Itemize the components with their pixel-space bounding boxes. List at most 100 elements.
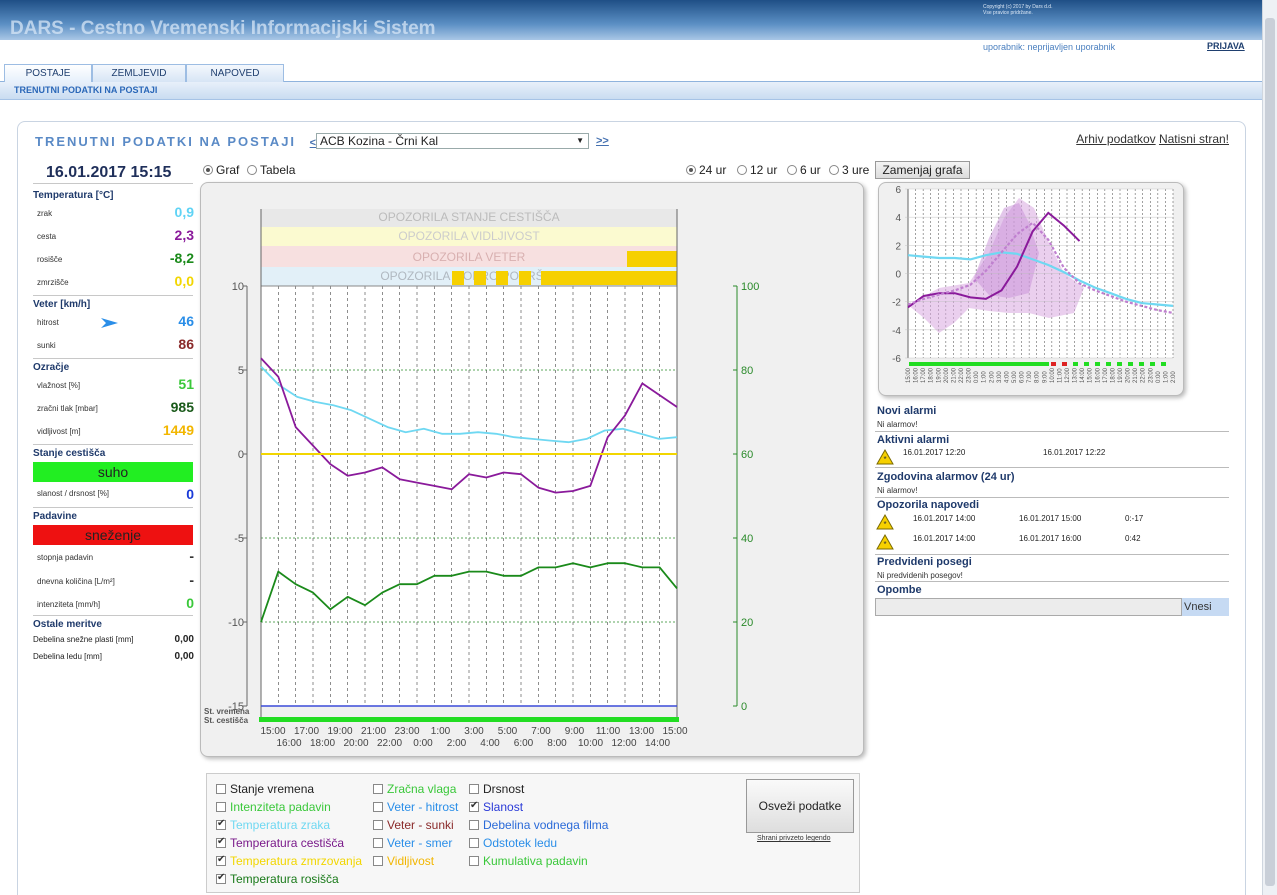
- checkbox-icon[interactable]: [469, 820, 479, 830]
- checkbox-icon[interactable]: [216, 872, 226, 884]
- legend-item[interactable]: Stanje vremena: [216, 782, 314, 796]
- range-6-radio[interactable]: 6 ur: [787, 163, 821, 177]
- radio-icon: [829, 165, 839, 175]
- range-3-radio[interactable]: 3 ure: [829, 163, 869, 177]
- checkbox-icon[interactable]: [216, 802, 226, 812]
- legend-item[interactable]: Kumulativa padavin: [469, 854, 588, 868]
- status-strip-segment: [1128, 362, 1133, 366]
- checkbox-icon[interactable]: [216, 784, 226, 794]
- legend-label: Temperatura zmrzovanja: [230, 854, 363, 868]
- legend-item[interactable]: Temperatura cestišča: [216, 836, 344, 850]
- vertical-scrollbar[interactable]: [1262, 0, 1277, 895]
- band-label-visibility: OPOZORILA VIDLJIVOST: [398, 229, 540, 243]
- legend-item[interactable]: Drsnost: [469, 782, 524, 796]
- radio-icon: [247, 165, 257, 175]
- temp-value: -8,2: [169, 250, 194, 266]
- checkbox-icon[interactable]: [373, 802, 383, 812]
- tab-zemljevid[interactable]: ZEMLJEVID: [92, 64, 186, 82]
- main-chart: OPOZORILA STANJE CESTIŠČA OPOZORILA VIDL…: [204, 209, 759, 749]
- view-graf-radio[interactable]: Graf: [203, 163, 239, 177]
- x-tick-top: 1:00: [431, 726, 451, 737]
- legend-item[interactable]: Veter - sunki: [373, 818, 454, 832]
- next-station-link[interactable]: >>: [596, 135, 609, 147]
- swap-charts-button[interactable]: Zamenjaj grafa: [875, 161, 970, 179]
- legend-item[interactable]: Intenziteta padavin: [216, 800, 331, 814]
- refresh-data-button[interactable]: Osveži podatke: [746, 779, 854, 833]
- legend-item[interactable]: Veter - hitrost: [373, 800, 458, 814]
- wind-value: 86: [178, 336, 194, 352]
- forecast-x-tick: 21:00: [1133, 367, 1139, 383]
- legend-item[interactable]: Temperatura zraka: [216, 818, 330, 832]
- top-links: Arhiv podatkov Natisni stran!: [1076, 132, 1229, 146]
- forecast-x-tick: 19:00: [1118, 367, 1124, 383]
- legend-item[interactable]: Veter - smer: [373, 836, 452, 850]
- checkbox-icon[interactable]: [216, 836, 226, 848]
- precip-value: -: [189, 548, 194, 564]
- temp-label: zmrzišče: [37, 278, 69, 287]
- legend-item[interactable]: Debelina vodnega filma: [469, 818, 608, 832]
- forecast-value: 0:-17: [1125, 514, 1144, 523]
- divider: [875, 431, 1229, 432]
- band-label-wet: OPOZORILA MOKRO POVRŠJE: [380, 268, 557, 283]
- rights-line: Vse pravice pridržane.: [983, 10, 1033, 16]
- precip-section-title: Padavine: [33, 511, 77, 522]
- forecast-x-tick: 4:00: [1004, 371, 1010, 383]
- station-select-value: ACB Kozina - Črni Kal: [320, 134, 439, 148]
- checkbox-icon[interactable]: [373, 856, 383, 866]
- snow-warning-icon: *: [876, 534, 894, 550]
- forecast-y-tick: 2: [895, 241, 901, 252]
- legend-item[interactable]: Odstotek ledu: [469, 836, 557, 850]
- checkbox-icon[interactable]: [469, 838, 479, 848]
- tab-napoved[interactable]: NAPOVED: [186, 64, 284, 82]
- temperature-section-title: Temperatura [°C]: [33, 190, 114, 201]
- x-tick-bottom: 20:00: [343, 738, 368, 749]
- divider: [33, 507, 193, 508]
- checkbox-icon[interactable]: [469, 784, 479, 794]
- range-12-radio[interactable]: 12 ur: [737, 163, 777, 177]
- checkbox-icon[interactable]: [373, 838, 383, 848]
- checkbox-icon[interactable]: [469, 800, 479, 812]
- checkbox-icon[interactable]: [216, 818, 226, 830]
- legend-label: Veter - smer: [387, 836, 453, 850]
- notes-input[interactable]: [875, 598, 1182, 616]
- wet-alert-bar: [474, 271, 486, 285]
- checkbox-icon[interactable]: [216, 854, 226, 866]
- range-label: 12 ur: [750, 163, 778, 177]
- planned-works-text: Ni predvidenih posegov!: [877, 571, 963, 580]
- active-alarm-from: 16.01.2017 12:20: [903, 448, 966, 457]
- legend-item[interactable]: Vidljivost: [373, 854, 434, 868]
- radio-icon: [737, 165, 747, 175]
- forecast-y-tick: 6: [895, 185, 901, 196]
- divider: [33, 444, 193, 445]
- login-link[interactable]: PRIJAVA: [1207, 41, 1245, 51]
- station-select[interactable]: ACB Kozina - Črni Kal ▼: [316, 133, 589, 149]
- scrollbar-thumb[interactable]: [1265, 18, 1275, 886]
- legend-item[interactable]: Zračna vlaga: [373, 782, 456, 796]
- checkbox-icon[interactable]: [373, 784, 383, 794]
- wet-alert-bar: [496, 271, 508, 285]
- x-tick-bottom: 6:00: [514, 738, 534, 749]
- app-title: DARS - Cestno Vremenski Informacijski Si…: [10, 18, 436, 39]
- legend-label: Stanje vremena: [230, 782, 315, 796]
- x-tick-top: 9:00: [565, 726, 585, 737]
- y-left-tick: 10: [232, 281, 244, 293]
- forecast-x-tick: 21:00: [951, 367, 957, 383]
- range-24-radio[interactable]: 24 ur: [686, 163, 726, 177]
- wind-label: hitrost: [37, 318, 59, 327]
- checkbox-icon[interactable]: [469, 856, 479, 866]
- divider: [875, 554, 1229, 555]
- save-default-legend-link[interactable]: Shrani privzeto legendo: [757, 835, 831, 842]
- atm-label: vlažnost [%]: [37, 381, 81, 390]
- legend-item[interactable]: Slanost: [469, 800, 523, 814]
- legend-item[interactable]: Temperatura rosišča: [216, 872, 339, 886]
- planned-works-title: Predvideni posegi: [877, 556, 972, 568]
- print-link[interactable]: Natisni stran!: [1159, 132, 1229, 146]
- legend-item[interactable]: Temperatura zmrzovanja: [216, 854, 362, 868]
- subnav-item[interactable]: TRENUTNI PODATKI NA POSTAJI: [14, 85, 157, 95]
- tab-postaje[interactable]: POSTAJE: [4, 64, 92, 82]
- enter-note-button[interactable]: Vnesi: [1182, 598, 1229, 616]
- band-label-road: OPOZORILA STANJE CESTIŠČA: [378, 209, 559, 224]
- view-tabela-radio[interactable]: Tabela: [247, 163, 295, 177]
- archive-link[interactable]: Arhiv podatkov: [1076, 132, 1155, 146]
- checkbox-icon[interactable]: [373, 820, 383, 830]
